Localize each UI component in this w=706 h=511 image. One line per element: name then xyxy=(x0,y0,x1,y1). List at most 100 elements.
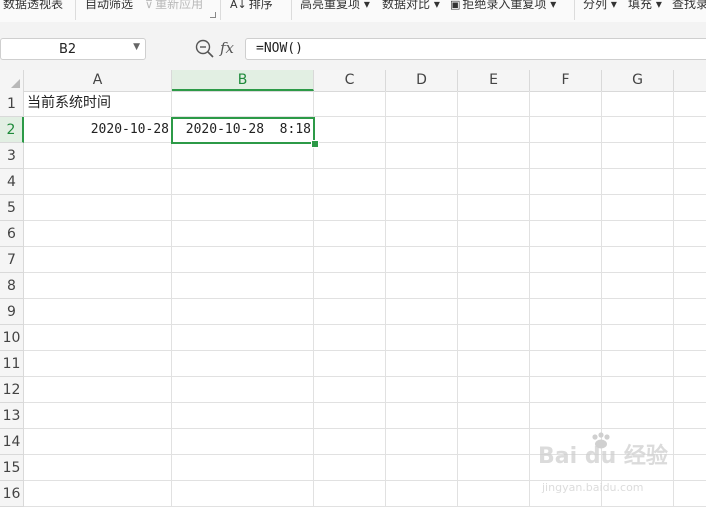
cell-e6[interactable] xyxy=(458,221,530,247)
cell-a8[interactable] xyxy=(24,273,172,299)
cell-d15[interactable] xyxy=(386,455,458,481)
cell-c8[interactable] xyxy=(314,273,386,299)
cell-h3[interactable] xyxy=(674,143,706,169)
cell-b5[interactable] xyxy=(172,195,314,221)
cell-a6[interactable] xyxy=(24,221,172,247)
cell-h16[interactable] xyxy=(674,481,706,507)
cell-e11[interactable] xyxy=(458,351,530,377)
row-header-14[interactable]: 14 xyxy=(0,429,24,455)
cell-b8[interactable] xyxy=(172,273,314,299)
cell-e8[interactable] xyxy=(458,273,530,299)
cell-b12[interactable] xyxy=(172,377,314,403)
highlight-duplicates-button[interactable]: 高亮重复项 ▾ xyxy=(300,0,370,12)
cell-a2[interactable]: 2020-10-28 xyxy=(24,117,172,143)
cell-e14[interactable] xyxy=(458,429,530,455)
cell-g13[interactable] xyxy=(602,403,674,429)
cell-d3[interactable] xyxy=(386,143,458,169)
cell-e13[interactable] xyxy=(458,403,530,429)
cell-e9[interactable] xyxy=(458,299,530,325)
cell-f8[interactable] xyxy=(530,273,602,299)
row-header-11[interactable]: 11 xyxy=(0,351,24,377)
cell-h5[interactable] xyxy=(674,195,706,221)
column-header-g[interactable]: G xyxy=(602,70,674,91)
cell-d5[interactable] xyxy=(386,195,458,221)
column-header-e[interactable]: E xyxy=(458,70,530,91)
auto-filter-button[interactable]: 自动筛选 xyxy=(85,0,133,12)
cell-a1[interactable]: 当前系统时间 xyxy=(24,91,172,117)
cell-a10[interactable] xyxy=(24,325,172,351)
cell-a16[interactable] xyxy=(24,481,172,507)
cell-c12[interactable] xyxy=(314,377,386,403)
cell-f2[interactable] xyxy=(530,117,602,143)
cell-c9[interactable] xyxy=(314,299,386,325)
cell-d13[interactable] xyxy=(386,403,458,429)
zoom-icon[interactable] xyxy=(193,37,217,61)
cell-h7[interactable] xyxy=(674,247,706,273)
cell-e2[interactable] xyxy=(458,117,530,143)
cell-c3[interactable] xyxy=(314,143,386,169)
cell-a14[interactable] xyxy=(24,429,172,455)
cell-a5[interactable] xyxy=(24,195,172,221)
cell-a9[interactable] xyxy=(24,299,172,325)
cell-f1[interactable] xyxy=(530,91,602,117)
data-compare-button[interactable]: 数据对比 ▾ xyxy=(382,0,440,12)
cell-h4[interactable] xyxy=(674,169,706,195)
cell-e1[interactable] xyxy=(458,91,530,117)
cell-b6[interactable] xyxy=(172,221,314,247)
cell-g2[interactable] xyxy=(602,117,674,143)
cell-b16[interactable] xyxy=(172,481,314,507)
cell-a7[interactable] xyxy=(24,247,172,273)
cell-b3[interactable] xyxy=(172,143,314,169)
cell-a12[interactable] xyxy=(24,377,172,403)
cell-d2[interactable] xyxy=(386,117,458,143)
cell-g3[interactable] xyxy=(602,143,674,169)
column-header-a[interactable]: A xyxy=(24,70,172,91)
split-column-button[interactable]: 分列 ▾ xyxy=(583,0,617,12)
chevron-down-icon[interactable]: ▼ xyxy=(133,42,140,52)
row-header-1[interactable]: 1 xyxy=(0,91,24,117)
reapply-filter-button[interactable]: ⊽ 重新应用 xyxy=(145,0,203,13)
name-box[interactable]: B2 ▼ xyxy=(0,38,146,60)
cell-c16[interactable] xyxy=(314,481,386,507)
cell-d8[interactable] xyxy=(386,273,458,299)
cell-d1[interactable] xyxy=(386,91,458,117)
cell-h8[interactable] xyxy=(674,273,706,299)
cell-h2[interactable] xyxy=(674,117,706,143)
row-header-2[interactable]: 2 xyxy=(0,117,24,143)
cell-c14[interactable] xyxy=(314,429,386,455)
cell-c1[interactable] xyxy=(314,91,386,117)
cell-c2[interactable] xyxy=(314,117,386,143)
cell-c4[interactable] xyxy=(314,169,386,195)
fill-button[interactable]: 填充 ▾ xyxy=(628,0,662,12)
cell-h14[interactable] xyxy=(674,429,706,455)
formula-input[interactable]: =NOW() xyxy=(245,38,706,60)
cell-c11[interactable] xyxy=(314,351,386,377)
row-header-8[interactable]: 8 xyxy=(0,273,24,299)
pivot-table-button[interactable]: 数据透视表 xyxy=(3,0,63,12)
cell-d12[interactable] xyxy=(386,377,458,403)
cell-e16[interactable] xyxy=(458,481,530,507)
cell-d7[interactable] xyxy=(386,247,458,273)
cell-a3[interactable] xyxy=(24,143,172,169)
cell-d14[interactable] xyxy=(386,429,458,455)
row-header-15[interactable]: 15 xyxy=(0,455,24,481)
row-header-9[interactable]: 9 xyxy=(0,299,24,325)
cell-g1[interactable] xyxy=(602,91,674,117)
cell-a4[interactable] xyxy=(24,169,172,195)
row-header-10[interactable]: 10 xyxy=(0,325,24,351)
cell-b14[interactable] xyxy=(172,429,314,455)
cell-e10[interactable] xyxy=(458,325,530,351)
cell-f12[interactable] xyxy=(530,377,602,403)
row-header-13[interactable]: 13 xyxy=(0,403,24,429)
cell-b15[interactable] xyxy=(172,455,314,481)
cell-g8[interactable] xyxy=(602,273,674,299)
column-header-h[interactable] xyxy=(674,70,706,91)
cell-b13[interactable] xyxy=(172,403,314,429)
cell-h15[interactable] xyxy=(674,455,706,481)
cell-f11[interactable] xyxy=(530,351,602,377)
cell-b10[interactable] xyxy=(172,325,314,351)
cell-h11[interactable] xyxy=(674,351,706,377)
cell-a11[interactable] xyxy=(24,351,172,377)
cell-c6[interactable] xyxy=(314,221,386,247)
row-header-16[interactable]: 16 xyxy=(0,481,24,507)
